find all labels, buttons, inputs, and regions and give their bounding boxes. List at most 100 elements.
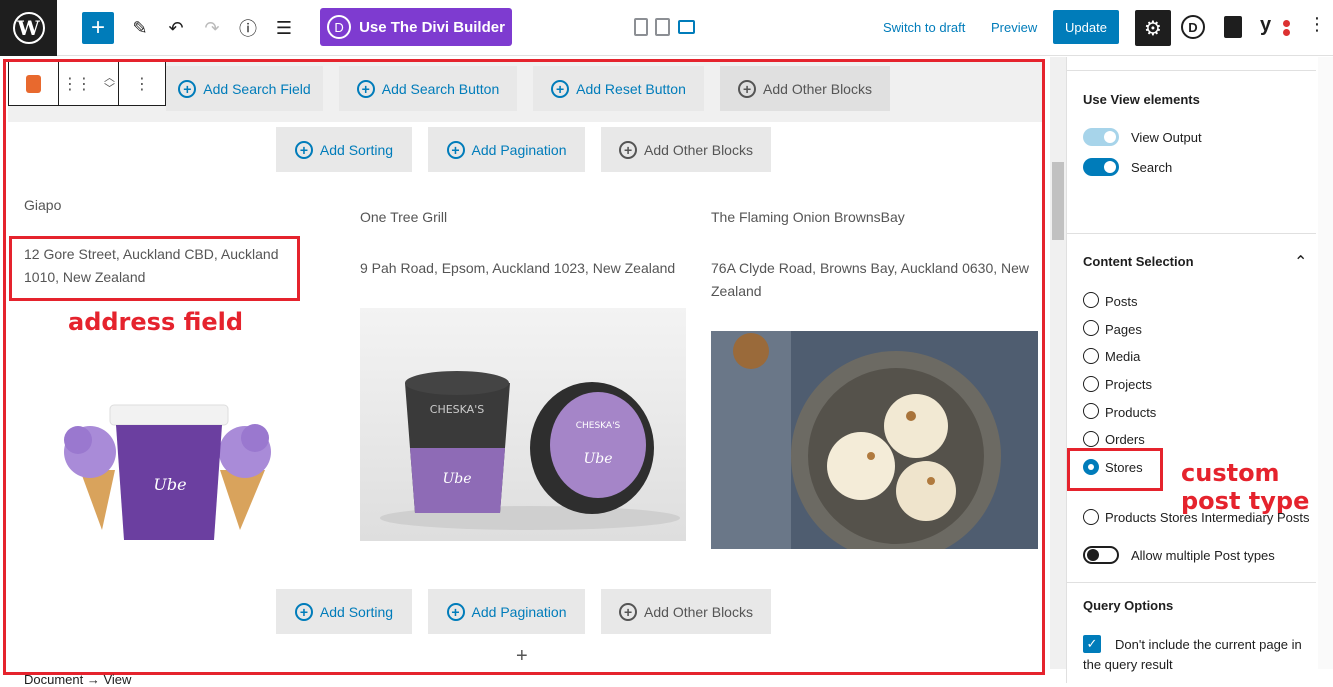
redo-icon[interactable]: ↷ — [196, 12, 228, 44]
sidebar-scrollbar[interactable] — [1318, 57, 1333, 669]
store-address: 9 Pah Road, Epsom, Auckland 1023, New Ze… — [360, 260, 676, 276]
store-address: 76A Clyde Road, Browns Bay, Auckland 063… — [711, 260, 1030, 299]
clipboard-icon[interactable] — [1224, 16, 1242, 38]
radio-label: Products — [1105, 405, 1157, 420]
radio-orders[interactable] — [1083, 431, 1099, 447]
add-reset-button-button[interactable]: + Add Reset Button — [533, 66, 704, 111]
svg-text:CHESKA'S: CHESKA'S — [430, 403, 484, 416]
breadcrumb[interactable]: Document → View — [24, 672, 131, 687]
radio-pages[interactable] — [1083, 320, 1099, 336]
query-options-heading[interactable]: Query Options — [1083, 598, 1173, 613]
radio-label: Media — [1105, 349, 1141, 364]
radio-label: Products Stores Intermediary Posts — [1105, 510, 1310, 525]
plus-circle-icon: + — [294, 140, 313, 159]
block-toolbar: ⋮⋮ ︿ ﹀ ⋮ — [8, 61, 166, 106]
divi-button-label: Use The Divi Builder — [359, 18, 505, 36]
list-view-icon[interactable]: ☰ — [268, 12, 300, 44]
update-button[interactable]: Update — [1053, 10, 1119, 44]
add-pagination-button[interactable]: + Add Pagination — [428, 589, 585, 634]
store-title: Giapo — [24, 197, 62, 213]
block-move-controls: ⋮⋮ ︿ ﹀ — [59, 62, 119, 105]
svg-text:Ube: Ube — [153, 475, 186, 494]
radio-projects[interactable] — [1083, 376, 1099, 392]
info-icon[interactable]: ⓘ — [232, 12, 264, 44]
drag-handle-icon[interactable]: ⋮⋮ — [62, 74, 92, 94]
yoast-icon[interactable]: y — [1260, 14, 1271, 37]
use-view-elements-heading: Use View elements — [1083, 92, 1200, 107]
svg-text:Ube: Ube — [583, 451, 612, 467]
add-pagination-button[interactable]: + Add Pagination — [428, 127, 585, 172]
custom-post-type-annotation: custom — [1181, 459, 1280, 487]
content-selection-heading[interactable]: Content Selection — [1083, 254, 1194, 269]
radio-label: Pages — [1105, 322, 1142, 337]
plus-circle-icon: + — [738, 79, 757, 98]
exclude-current-checkbox[interactable]: ✓ — [1083, 635, 1101, 653]
view-block-icon — [26, 74, 41, 93]
divi-logo-icon: D — [327, 15, 352, 39]
stores-highlight-box — [1067, 448, 1163, 491]
exclude-current-label: Don't include the current page in — [1115, 637, 1302, 652]
yoast-status-dot — [1283, 20, 1290, 27]
address-field-annotation: address field — [68, 308, 244, 336]
block-type-button[interactable] — [9, 62, 59, 105]
sidebar-divider — [1067, 582, 1316, 583]
add-block-button[interactable]: + — [82, 12, 114, 44]
add-search-field-button[interactable]: + Add Search Field — [166, 66, 323, 111]
radio-label: Posts — [1105, 294, 1138, 309]
switch-to-draft-button[interactable]: Switch to draft — [883, 20, 965, 35]
allow-multiple-label: Allow multiple Post types — [1131, 548, 1275, 563]
cheskas-ice-cream-image: CHESKA'S Ube CHESKA'S Ube — [360, 308, 686, 541]
more-options-icon[interactable]: ⋮ — [1308, 14, 1326, 35]
pencil-icon[interactable]: ✎ — [124, 12, 156, 44]
plus-circle-icon: + — [446, 140, 465, 159]
divi-d-icon[interactable]: D — [1181, 15, 1205, 39]
mobile-preview-icon[interactable] — [634, 18, 648, 36]
add-search-button-button[interactable]: + Add Search Button — [339, 66, 517, 111]
plus-circle-icon: + — [446, 602, 465, 621]
undo-icon[interactable]: ↶ — [160, 12, 192, 44]
plus-circle-icon: + — [619, 602, 638, 621]
sidebar-divider — [1067, 70, 1316, 71]
view-output-toggle[interactable] — [1083, 128, 1119, 146]
tablet-preview-icon[interactable] — [655, 18, 670, 36]
add-other-blocks-button[interactable]: + Add Other Blocks — [601, 589, 771, 634]
move-down-icon[interactable]: ﹀ — [104, 83, 115, 95]
add-sorting-button[interactable]: + Add Sorting — [276, 589, 412, 634]
settings-gear-icon[interactable]: ⚙ — [1135, 10, 1171, 46]
use-divi-builder-button[interactable]: D Use The Divi Builder — [320, 8, 512, 46]
search-toggle[interactable] — [1083, 158, 1119, 176]
plus-circle-icon: + — [551, 79, 570, 98]
radio-label: Projects — [1105, 377, 1152, 392]
editor-scrollbar[interactable] — [1050, 57, 1066, 669]
settings-sidebar — [1066, 57, 1333, 683]
move-arrows: ︿ ﹀ — [104, 72, 115, 95]
radio-media[interactable] — [1083, 348, 1099, 364]
add-sorting-button[interactable]: + Add Sorting — [276, 127, 412, 172]
preview-button[interactable]: Preview — [991, 20, 1037, 35]
editor-scrollbar-thumb[interactable] — [1052, 162, 1064, 240]
exclude-current-label: the query result — [1083, 657, 1173, 672]
collapse-chevron-icon[interactable]: ⌃ — [1294, 252, 1307, 272]
add-other-blocks-button[interactable]: + Add Other Blocks — [601, 127, 771, 172]
plus-circle-icon: + — [178, 79, 197, 98]
svg-text:CHESKA'S: CHESKA'S — [576, 421, 621, 431]
radio-products[interactable] — [1083, 403, 1099, 419]
radio-products-stores-intermediary[interactable] — [1083, 509, 1099, 525]
wordpress-logo-icon[interactable]: W — [0, 0, 57, 56]
add-block-plus-icon[interactable]: + — [516, 645, 528, 668]
plus-circle-icon: + — [619, 140, 638, 159]
ice-cream-bowl-image — [711, 331, 1038, 549]
add-other-blocks-button[interactable]: + Add Other Blocks — [720, 66, 890, 111]
store-title: The Flaming Onion BrownsBay — [711, 209, 905, 225]
radio-posts[interactable] — [1083, 292, 1099, 308]
allow-multiple-toggle[interactable] — [1083, 546, 1119, 564]
desktop-preview-icon[interactable] — [678, 20, 695, 34]
radio-label: Orders — [1105, 432, 1145, 447]
plus-circle-icon: + — [294, 602, 313, 621]
ice-cream-tub-image: Ube — [40, 380, 290, 550]
plus-circle-icon: + — [356, 79, 375, 98]
move-up-icon[interactable]: ︿ — [104, 72, 115, 84]
address-highlight-box — [9, 236, 300, 301]
block-options-icon[interactable]: ⋮ — [119, 62, 165, 105]
editor-topbar: W + ✎ ↶ ↷ ⓘ ☰ D Use The Divi Builder Swi… — [0, 0, 1333, 56]
